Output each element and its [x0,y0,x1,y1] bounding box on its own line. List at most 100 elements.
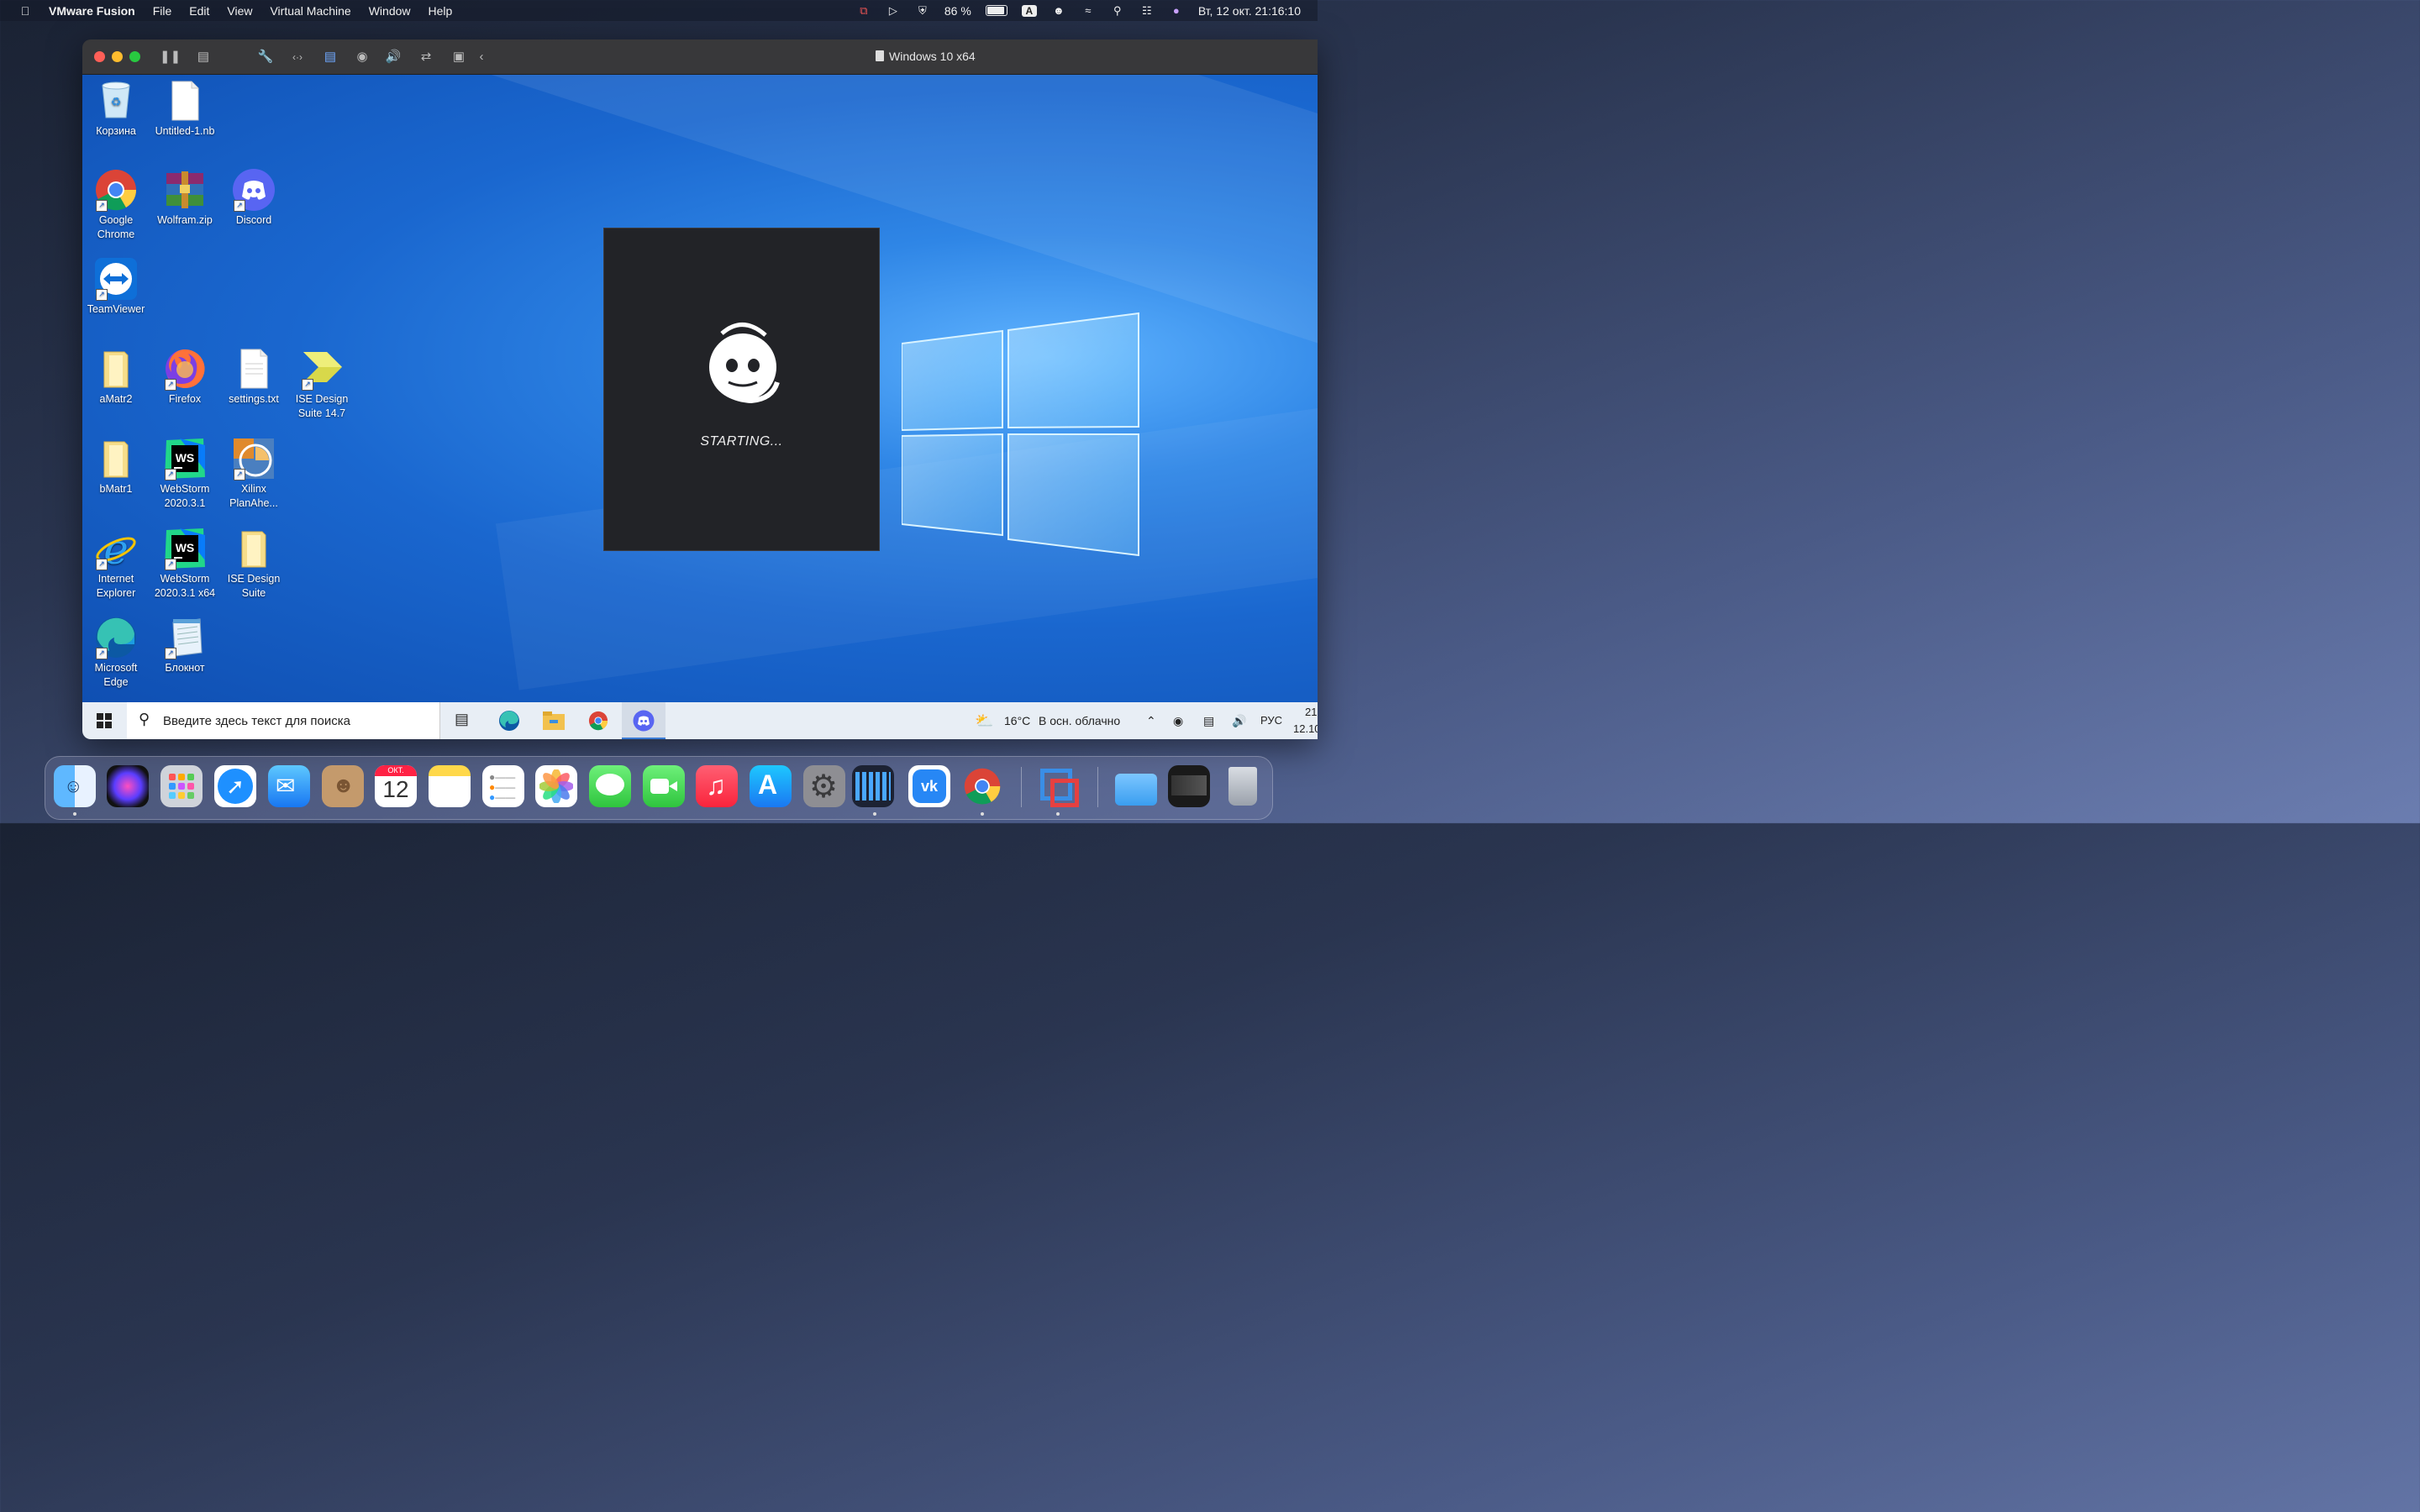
menu-edit[interactable]: Edit [189,4,209,18]
desktop-icon-notepad[interactable]: ↗ Блокнот [151,616,218,675]
dock-music[interactable]: ♫ [696,765,738,807]
dock-system-preferences[interactable]: ⚙ [803,765,845,807]
dock-notes[interactable] [429,765,471,807]
dock-mail[interactable]: ✉ [268,765,310,807]
dock-vk[interactable]: vk [908,765,950,807]
dock-contacts[interactable]: ☻ [322,765,364,807]
dock-reminders[interactable]: ●—— ●—— ●—— [482,765,524,807]
dock-chrome[interactable] [961,765,1003,807]
dock-photos[interactable] [535,765,577,807]
spotlight-search-icon[interactable]: ⚲ [1110,4,1125,17]
dock-siri[interactable] [107,765,149,807]
file-icon [163,79,207,123]
close-button[interactable] [94,51,105,62]
shared-folder-icon[interactable]: ▣ [450,49,467,66]
taskbar-edge[interactable] [487,702,531,739]
snapshot-icon[interactable]: ▤ [195,49,212,66]
dock-app-store[interactable]: A [750,765,792,807]
input-language[interactable]: РУС [1260,702,1282,739]
volume-icon[interactable]: 🔊 [1232,702,1246,739]
desktop-icon-xilinx-planahead[interactable]: ↗ Xilinx PlanAhe... [220,437,287,511]
menu-virtual-machine[interactable]: Virtual Machine [270,4,350,18]
input-source-icon[interactable]: A [1021,4,1037,17]
desktop-icon-webstorm-x64[interactable]: WS ↗ WebStorm 2020.3.1 x64 [151,527,218,601]
camera-icon[interactable]: ◉ [354,49,371,66]
pause-icon[interactable]: ❚❚ [160,49,181,66]
user-icon[interactable]: ☻ [1051,4,1066,17]
window-title: Windows 10 x64 [876,39,976,74]
desktop-icon-webstorm-2020[interactable]: WS ↗ WebStorm 2020.3.1 [151,437,218,511]
desktop-icon-discord[interactable]: ↗ Discord [220,168,287,228]
taskbar-file-explorer[interactable] [532,702,576,739]
code-icon[interactable]: ‹·› [289,49,306,66]
collapse-chevron-icon[interactable]: ‹ [473,49,490,66]
task-view-button[interactable]: ▤ [441,702,485,739]
desktop-icon-internet-explorer[interactable]: e ↗ Internet Explorer [82,525,150,601]
dock-vmware-fusion[interactable] [1037,765,1079,807]
menu-file[interactable]: File [153,4,172,18]
dock-istat-menus[interactable] [852,765,894,807]
tray-discord-icon[interactable]: ◉ [1173,702,1183,739]
apple-menu-icon[interactable]:  [18,4,32,18]
dock-trash[interactable] [1222,765,1264,807]
dock-finder[interactable]: ☺ [54,765,96,807]
desktop-icon-firefox[interactable]: ↗ Firefox [151,347,218,407]
menubar-clock[interactable]: Вт, 12 окт. 21:16:10 [1198,4,1301,18]
battery-icon[interactable] [985,5,1007,16]
window-titlebar[interactable]: ❚❚ ▤ 🔧 ‹·› ▤ ◉ 🔊 ⇄ ▣ ‹ Windows 10 x64 [82,39,1318,75]
desktop-icon-bmatr1[interactable]: bMatr1 [82,437,150,496]
dock-screenshot-stack[interactable] [1168,765,1210,807]
dock-calendar[interactable]: ОКТ. 12 [375,765,417,807]
network-icon[interactable]: ▤ [1203,702,1214,739]
desktop-icon-label: Firefox [168,393,202,405]
dock-messages[interactable] [589,765,631,807]
windows-desktop[interactable]: ♻ Корзина Untitled-1.nb ↗ Google Chrome … [82,75,1318,702]
desktop-icon-settings-txt[interactable]: settings.txt [220,347,287,407]
speaker-icon[interactable]: 🔊 [385,49,402,66]
search-placeholder: Введите здесь текст для поиска [163,714,350,728]
desktop-icon-teamviewer[interactable]: ↗ TeamViewer [82,257,150,317]
dock-launchpad[interactable] [160,765,203,807]
taskbar-chrome[interactable] [576,702,620,739]
taskbar-search-box[interactable]: ⚲ Введите здесь текст для поиска [127,702,440,739]
weather-temperature[interactable]: 16°C [1004,702,1030,739]
show-hidden-icons-chevron-icon[interactable]: ⌃ [1146,702,1156,739]
dock-facetime[interactable] [643,765,685,807]
zoom-button[interactable] [129,51,140,62]
menu-window[interactable]: Window [369,4,411,18]
trash-icon [1228,767,1257,806]
contacts-icon: ☻ [332,772,355,797]
facetime-icon [650,779,669,794]
dock-downloads-folder[interactable] [1115,765,1157,807]
vmware-status-icon[interactable]: ⧉ [856,4,871,17]
play-icon[interactable]: ▷ [886,4,901,17]
siri-icon[interactable]: ● [1169,4,1184,17]
desktop-icon-recycle-bin[interactable]: ♻ Корзина [82,79,150,139]
menu-app-name[interactable]: VMware Fusion [49,4,135,18]
weather-icon[interactable]: ⛅ [975,702,993,739]
usb-icon[interactable]: ⇄ [418,49,434,66]
taskbar-discord[interactable] [622,702,666,739]
control-center-icon[interactable]: ☷ [1139,4,1155,17]
desktop-icon-label: Discord [235,214,272,226]
desktop-icon-ise-design-suite-147[interactable]: ↗ ISE Design Suite 14.7 [288,347,355,421]
taskbar-clock-time[interactable]: 21 [1305,706,1317,718]
taskbar-clock-date[interactable]: 12.10 [1293,722,1318,735]
shortcut-arrow-icon: ↗ [96,289,108,301]
menu-help[interactable]: Help [429,4,453,18]
weather-description[interactable]: В осн. облачно [1039,702,1120,739]
desktop-icon-untitled-nb[interactable]: Untitled-1.nb [151,79,218,139]
desktop-icon-ise-design-suite[interactable]: ISE Design Suite [220,527,287,601]
desktop-icon-google-chrome[interactable]: ↗ Google Chrome [82,168,150,242]
shield-icon[interactable]: ⛨ [915,4,930,17]
settings-wrench-icon[interactable]: 🔧 [257,49,274,66]
wifi-icon[interactable]: ≈ [1081,4,1096,17]
minimize-button[interactable] [112,51,123,62]
dock-safari[interactable]: ➚ [214,765,256,807]
desktop-icon-amatr2[interactable]: aMatr2 [82,347,150,407]
start-button[interactable] [82,702,126,739]
desktop-icon-microsoft-edge[interactable]: ↗ Microsoft Edge [82,616,150,690]
desktop-icon-wolfram-zip[interactable]: Wolfram.zip [151,168,218,228]
disk-icon[interactable]: ▤ [322,49,339,66]
menu-view[interactable]: View [227,4,252,18]
